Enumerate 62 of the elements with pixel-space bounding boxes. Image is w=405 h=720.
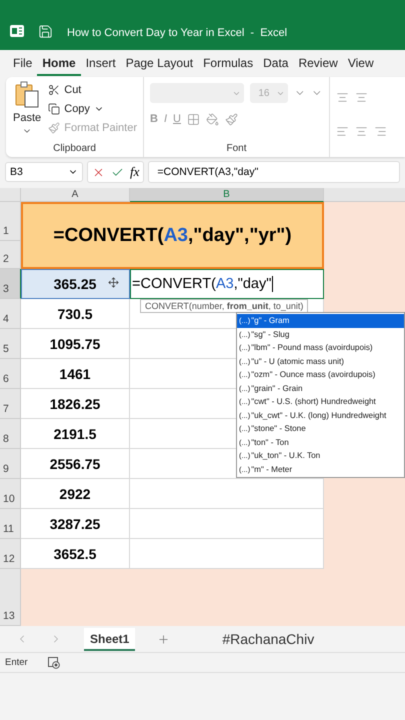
- ribbon-tab[interactable]: Review: [293, 52, 343, 76]
- table-cell: 365.25: [21, 269, 130, 299]
- borders-icon: [186, 112, 200, 126]
- table-cell: 2191.5: [21, 419, 130, 449]
- copy-icon: [48, 102, 60, 114]
- scissors-icon: [48, 84, 60, 96]
- macro-record-icon[interactable]: [48, 656, 60, 668]
- table-cell: 3287.25: [21, 509, 130, 539]
- row-header[interactable]: 12: [0, 539, 21, 569]
- name-box[interactable]: B3: [5, 162, 83, 182]
- align-right-icon: [374, 124, 387, 138]
- row-header[interactable]: 13: [0, 569, 21, 626]
- status-mode: Enter: [5, 657, 28, 668]
- fill-color-icon: [206, 112, 219, 126]
- ribbon-tab[interactable]: Formulas: [198, 52, 258, 76]
- sheet-tab[interactable]: Sheet1: [84, 628, 136, 650]
- table-cell: 2922: [21, 479, 130, 509]
- formula-input[interactable]: =CONVERT(A3,"day": [148, 161, 400, 183]
- formula-banner: =CONVERT(A3,"day","yr"): [21, 202, 324, 269]
- group-label: Font: [226, 142, 246, 154]
- table-cell: 3652.5: [21, 539, 130, 569]
- table-cell: 1461: [21, 359, 130, 389]
- column-header[interactable]: A: [21, 188, 130, 202]
- align-top-icon: [336, 90, 349, 104]
- cell-cursor-icon: [108, 277, 119, 288]
- row-header[interactable]: 9: [0, 449, 21, 479]
- align-center-icon: [355, 124, 368, 138]
- row-header[interactable]: 10: [0, 479, 21, 509]
- table-cell: 1095.75: [21, 329, 130, 359]
- ribbon-tab[interactable]: Data: [258, 52, 294, 76]
- row-header[interactable]: 11: [0, 509, 21, 539]
- add-sheet-icon[interactable]: [157, 632, 170, 646]
- excel-icon[interactable]: [10, 24, 24, 38]
- insert-function-button[interactable]: fx: [130, 164, 140, 180]
- row-header[interactable]: 4: [0, 299, 21, 329]
- row-header[interactable]: 1: [0, 202, 21, 241]
- brush-icon: [48, 122, 60, 134]
- table-cell: 730.5: [21, 299, 130, 329]
- row-header[interactable]: 2: [0, 241, 21, 269]
- group-label: Clipboard: [53, 142, 96, 154]
- row-header[interactable]: 7: [0, 389, 21, 419]
- ribbon-tab[interactable]: Insert: [80, 52, 121, 76]
- row-header[interactable]: 5: [0, 329, 21, 359]
- copy-button[interactable]: Copy: [48, 100, 137, 117]
- channel-tag: #RachanaChiv: [222, 631, 314, 647]
- window-title: How to Convert Day to Year in Excel - Excel: [67, 27, 288, 41]
- function-tooltip: CONVERT(number, from_unit, to_unit): [140, 299, 308, 313]
- row-header[interactable]: 3: [0, 269, 21, 299]
- align-left-icon: [336, 124, 349, 138]
- cut-button[interactable]: Cut: [48, 81, 137, 98]
- row-header[interactable]: 6: [0, 359, 21, 389]
- clipboard-icon[interactable]: [14, 81, 40, 109]
- cell-editor[interactable]: =CONVERT(A3,"day": [130, 269, 324, 299]
- align-middle-icon: [355, 90, 368, 104]
- table-cell: 2556.75: [21, 449, 130, 479]
- table-cell: 1826.25: [21, 389, 130, 419]
- ribbon-tab[interactable]: File: [8, 52, 38, 76]
- ribbon-tab[interactable]: Page Layout: [120, 52, 198, 76]
- save-icon[interactable]: [38, 24, 53, 39]
- ribbon-tab[interactable]: View: [342, 52, 379, 76]
- paste-button[interactable]: Paste: [13, 109, 42, 126]
- row-header[interactable]: 8: [0, 419, 21, 449]
